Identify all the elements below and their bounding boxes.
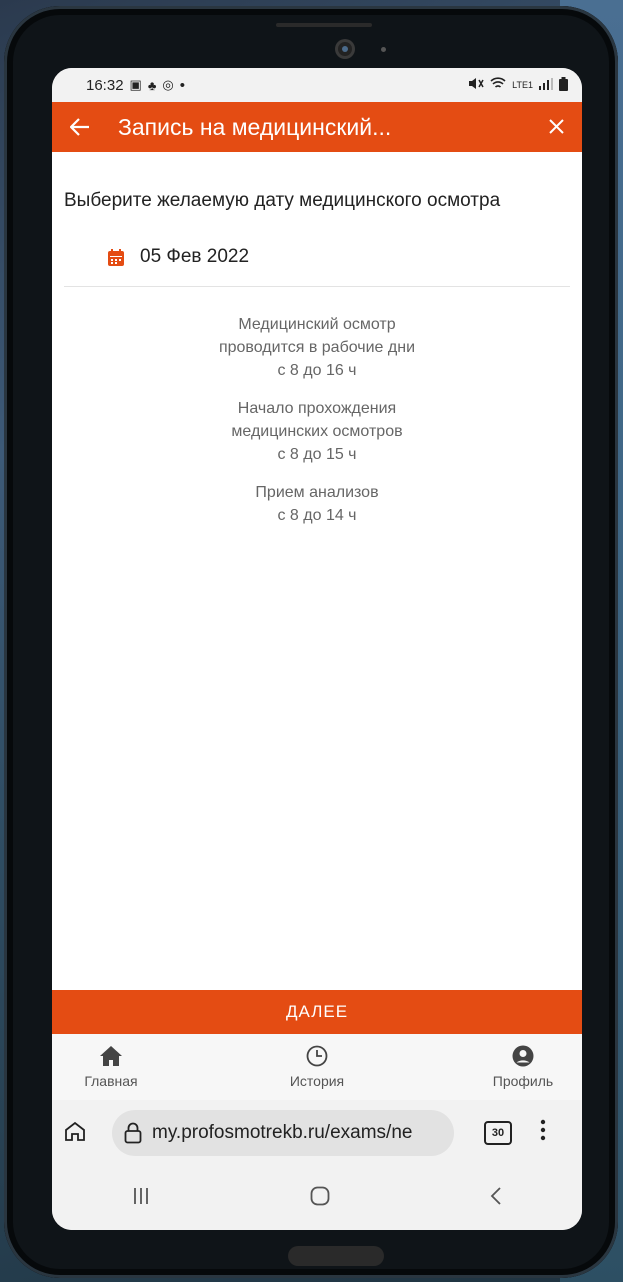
home-circle-icon [310,1186,330,1205]
info-line: с 8 до 15 ч [277,446,357,463]
info-line: с 8 до 14 ч [277,507,357,524]
info-block-tests: Прием анализов с 8 до 14 ч [64,481,570,527]
status-bar: 16:32 ▣ ♣ ◎ • LTE1 [52,68,582,102]
tab-home-label: Главная [84,1073,138,1089]
tab-history-label: История [289,1073,345,1089]
info-line: с 8 до 16 ч [277,362,357,379]
status-right: LTE1 [468,76,568,94]
recent-apps-icon [134,1187,148,1204]
network-label: LTE1 [512,80,533,90]
info-line: проводится в рабочие дни [218,339,416,356]
info-line: Медицинский осмотр [238,316,396,333]
recent-apps-button[interactable] [132,1187,150,1210]
close-button[interactable] [530,113,582,141]
clock-icon [306,1045,328,1067]
proximity-sensor [381,47,386,52]
system-back-button[interactable] [490,1186,502,1210]
browser-menu-button[interactable] [540,1119,546,1147]
browser-home-button[interactable] [52,1121,98,1146]
user-icon [512,1045,534,1067]
main-content: Выберите желаемую дату медицинского осмо… [52,188,582,527]
status-left: 16:32 ▣ ♣ ◎ • [86,77,185,94]
info-line: Начало прохождения [237,400,397,417]
tab-profile[interactable]: Профиль [468,1045,578,1089]
schedule-info: Медицинский осмотр проводится в рабочие … [64,313,570,527]
mute-icon [468,77,484,93]
tab-profile-label: Профиль [492,1073,554,1089]
system-home-button[interactable] [310,1186,330,1211]
status-dot: • [179,76,185,94]
front-camera [338,42,352,56]
info-line: медицинских осмотров [231,423,403,440]
tab-switcher-button[interactable]: 30 [484,1121,512,1145]
page-title: Запись на медицинский... [118,113,392,140]
close-icon [548,119,564,134]
url-field[interactable]: my.profosmotrekb.ru/exams/ne [112,1110,454,1156]
tab-history[interactable]: История [262,1045,372,1089]
url-text: my.profosmotrekb.ru/exams/ne [152,1122,413,1143]
date-picker[interactable]: 05 Фев 2022 [64,246,570,287]
system-nav-bar [52,1166,582,1230]
bottom-tab-bar: Главная История Профиль [52,1034,582,1100]
speaker-grille [276,23,372,27]
wifi-icon [490,77,506,93]
date-prompt: Выберите желаемую дату медицинского осмо… [64,190,501,211]
back-button[interactable] [52,112,108,143]
home-outline-icon [65,1121,85,1141]
info-line: Прием анализов [255,484,379,501]
status-time: 16:32 [86,76,124,94]
image-icon: ▣ [129,77,142,92]
battery-icon [559,76,568,94]
info-block-exam-days: Медицинский осмотр проводится в рабочие … [64,313,570,382]
next-button[interactable]: ДАЛЕЕ [52,990,582,1034]
info-block-exam-start: Начало прохождения медицинских осмотров … [64,397,570,466]
calendar-icon [108,248,124,266]
arrow-left-icon [69,117,89,136]
notification-icon: ♣ [147,77,157,93]
lock-icon [124,1122,142,1144]
phone-screen: 16:32 ▣ ♣ ◎ • LTE1 Запись на медицинский… [52,68,582,1230]
app-bar: Запись на медицинский... [52,102,582,152]
browser-toolbar: my.profosmotrekb.ru/exams/ne 30 [52,1100,582,1166]
tab-home[interactable]: Главная [56,1045,166,1089]
chevron-left-icon [490,1186,501,1205]
phone-bottom-bar [288,1246,384,1266]
app-icon: ◎ [162,77,174,92]
home-icon [100,1046,122,1066]
more-vert-icon [540,1119,546,1141]
signal-icon [539,77,553,93]
selected-date: 05 Фев 2022 [140,246,250,267]
